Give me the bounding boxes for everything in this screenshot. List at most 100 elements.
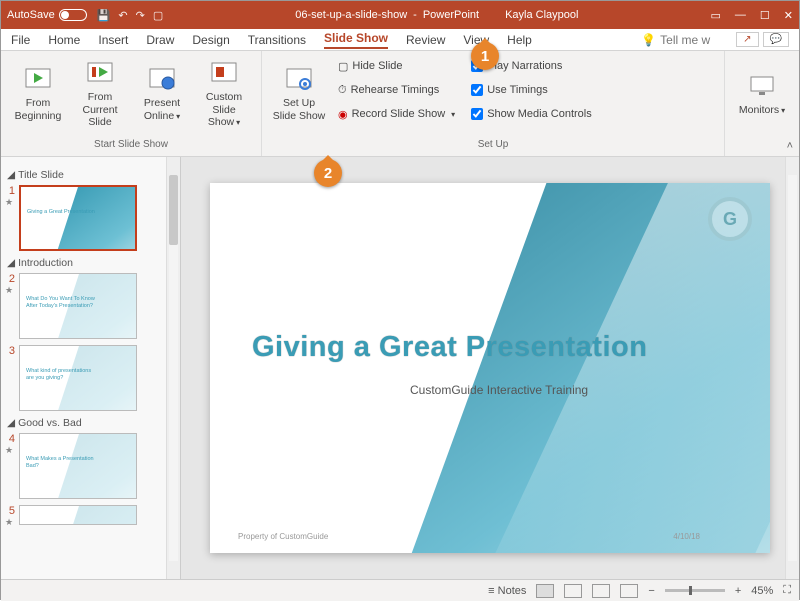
setup-column-1: ▢ Hide Slide ⏱ Rehearse Timings ◉Record Sl… bbox=[332, 55, 461, 125]
thumb-row-2[interactable]: 2★ What Do You Want To Know After Today'… bbox=[5, 273, 162, 339]
zoom-in-button[interactable]: + bbox=[735, 585, 741, 597]
canvas-scrollbar[interactable] bbox=[785, 157, 799, 579]
group-start-slideshow: From Beginning From Current Slide Presen… bbox=[1, 51, 262, 156]
tab-draw[interactable]: Draw bbox=[146, 33, 174, 47]
media-controls-label: Show Media Controls bbox=[487, 108, 592, 120]
callout-1: 1 bbox=[471, 42, 499, 70]
thumbnail-list[interactable]: ◢ Title Slide 1★ Giving a Great Presenta… bbox=[1, 157, 166, 579]
thumbnail-3[interactable]: What kind of presentations are you givin… bbox=[19, 345, 137, 411]
ribbon-options-icon[interactable]: ▭ bbox=[711, 9, 721, 22]
record-show-button[interactable]: ◉Record Slide Show▾ bbox=[338, 103, 455, 125]
fit-window-icon[interactable]: ⛶ bbox=[783, 584, 791, 597]
rehearse-label: Rehearse Timings bbox=[351, 84, 440, 96]
scrollbar-handle[interactable] bbox=[169, 175, 178, 245]
normal-view-icon[interactable] bbox=[536, 584, 554, 598]
title-sep: - bbox=[413, 9, 417, 21]
tab-slideshow[interactable]: Slide Show bbox=[324, 31, 388, 49]
section-good-bad[interactable]: ◢ Good vs. Bad bbox=[7, 417, 160, 429]
thumbnail-5[interactable] bbox=[19, 505, 137, 525]
tab-insert[interactable]: Insert bbox=[98, 33, 128, 47]
thumb-row-3[interactable]: 3 What kind of presentations are you giv… bbox=[5, 345, 162, 411]
setup-show-icon bbox=[285, 65, 313, 93]
window-controls: ▭ — ☐ ✕ bbox=[711, 9, 794, 22]
group-label-setup: Set Up bbox=[270, 137, 716, 152]
autosave-label: AutoSave bbox=[7, 9, 55, 21]
present-online-label: Present Online▾ bbox=[133, 97, 191, 122]
save-icon[interactable]: 💾 bbox=[97, 9, 111, 22]
maximize-icon[interactable]: ☐ bbox=[760, 9, 770, 22]
play-current-icon bbox=[86, 59, 114, 87]
custom-show-icon bbox=[210, 59, 238, 87]
sorter-view-icon[interactable] bbox=[564, 584, 582, 598]
custom-show-button[interactable]: Custom Slide Show▾ bbox=[195, 55, 253, 133]
hide-slide-icon: ▢ bbox=[338, 60, 348, 73]
from-beginning-button[interactable]: From Beginning bbox=[9, 55, 67, 133]
ribbon: From Beginning From Current Slide Presen… bbox=[1, 51, 799, 157]
tab-file[interactable]: File bbox=[11, 33, 30, 47]
monitor-icon bbox=[748, 72, 776, 100]
use-timings-check[interactable]: Use Timings bbox=[471, 79, 592, 101]
minimize-icon[interactable]: — bbox=[735, 9, 746, 21]
section-introduction[interactable]: ◢ Introduction bbox=[7, 257, 160, 269]
user-name: Kayla Claypool bbox=[505, 9, 578, 21]
slide-footer: Property of CustomGuide bbox=[238, 532, 328, 541]
use-timings-label: Use Timings bbox=[487, 84, 548, 96]
monitors-button[interactable]: Monitors▾ bbox=[733, 55, 791, 133]
tab-design[interactable]: Design bbox=[192, 33, 229, 47]
zoom-slider[interactable] bbox=[665, 589, 725, 592]
window-title: 06-set-up-a-slide-show - PowerPoint Kayl… bbox=[163, 9, 710, 21]
checkbox[interactable] bbox=[471, 108, 483, 120]
start-show-icon[interactable]: ▢ bbox=[153, 9, 163, 22]
notes-button[interactable]: ≡ Notes bbox=[488, 585, 526, 597]
setup-show-button[interactable]: Set Up Slide Show bbox=[270, 55, 328, 133]
share-buttons: ↗ 💬 bbox=[736, 32, 789, 47]
status-bar: ≡ Notes − + 45% ⛶ bbox=[1, 579, 799, 601]
workspace: ◢ Title Slide 1★ Giving a Great Presenta… bbox=[1, 157, 799, 579]
rehearse-button[interactable]: ⏱ Rehearse Timings bbox=[338, 79, 455, 101]
present-online-button[interactable]: Present Online▾ bbox=[133, 55, 191, 133]
tab-home[interactable]: Home bbox=[48, 33, 80, 47]
app-name: PowerPoint bbox=[423, 9, 479, 21]
callout-2: 2 bbox=[314, 159, 342, 187]
slide-subtitle[interactable]: CustomGuide Interactive Training bbox=[410, 383, 588, 397]
media-controls-check[interactable]: Show Media Controls bbox=[471, 103, 592, 125]
timer-icon: ⏱ bbox=[338, 84, 347, 97]
thumb-row-5[interactable]: 5★ bbox=[5, 505, 162, 528]
toggle-switch[interactable] bbox=[59, 9, 87, 21]
hide-slide-label: Hide Slide bbox=[352, 60, 402, 72]
comments-icon[interactable]: 💬 bbox=[763, 32, 789, 47]
reading-view-icon[interactable] bbox=[592, 584, 610, 598]
tab-transitions[interactable]: Transitions bbox=[248, 33, 306, 47]
lightbulb-icon: 💡 bbox=[641, 33, 656, 47]
collapse-ribbon-icon[interactable]: ˄ bbox=[787, 140, 793, 152]
tab-help[interactable]: Help bbox=[507, 33, 532, 47]
slide-canvas[interactable]: G Giving a Great Presentation CustomGuid… bbox=[210, 183, 770, 553]
from-current-button[interactable]: From Current Slide bbox=[71, 55, 129, 133]
hide-slide-button[interactable]: ▢ Hide Slide bbox=[338, 55, 455, 77]
undo-icon[interactable]: ↶ bbox=[118, 9, 127, 22]
record-icon: ◉ bbox=[338, 108, 348, 121]
globe-icon bbox=[148, 65, 176, 93]
zoom-percent[interactable]: 45% bbox=[751, 585, 773, 597]
slide-title[interactable]: Giving a Great Presentation bbox=[252, 331, 647, 364]
thumb-row-1[interactable]: 1★ Giving a Great Presentation bbox=[5, 185, 162, 251]
thumb-row-4[interactable]: 4★ What Makes a Presentation Bad? bbox=[5, 433, 162, 499]
quick-access-toolbar: 💾 ↶ ↷ ▢ bbox=[97, 9, 164, 22]
slide-logo: G bbox=[708, 197, 752, 241]
thumbnails-scrollbar[interactable] bbox=[166, 157, 180, 579]
checkbox[interactable] bbox=[471, 84, 483, 96]
share-icon[interactable]: ↗ bbox=[736, 32, 758, 47]
zoom-out-button[interactable]: − bbox=[648, 585, 654, 597]
slideshow-view-icon[interactable] bbox=[620, 584, 638, 598]
section-title-slide[interactable]: ◢ Title Slide bbox=[7, 169, 160, 181]
thumbnail-2[interactable]: What Do You Want To Know After Today's P… bbox=[19, 273, 137, 339]
group-label-start: Start Slide Show bbox=[9, 137, 253, 152]
close-icon[interactable]: ✕ bbox=[784, 9, 793, 22]
autosave-toggle[interactable]: AutoSave bbox=[7, 9, 87, 21]
tell-me-search[interactable]: 💡 Tell me w bbox=[641, 33, 710, 47]
thumbnail-4[interactable]: What Makes a Presentation Bad? bbox=[19, 433, 137, 499]
redo-icon[interactable]: ↷ bbox=[136, 9, 145, 22]
tab-review[interactable]: Review bbox=[406, 33, 445, 47]
monitors-label: Monitors▾ bbox=[739, 104, 785, 117]
thumbnail-1[interactable]: Giving a Great Presentation bbox=[19, 185, 137, 251]
